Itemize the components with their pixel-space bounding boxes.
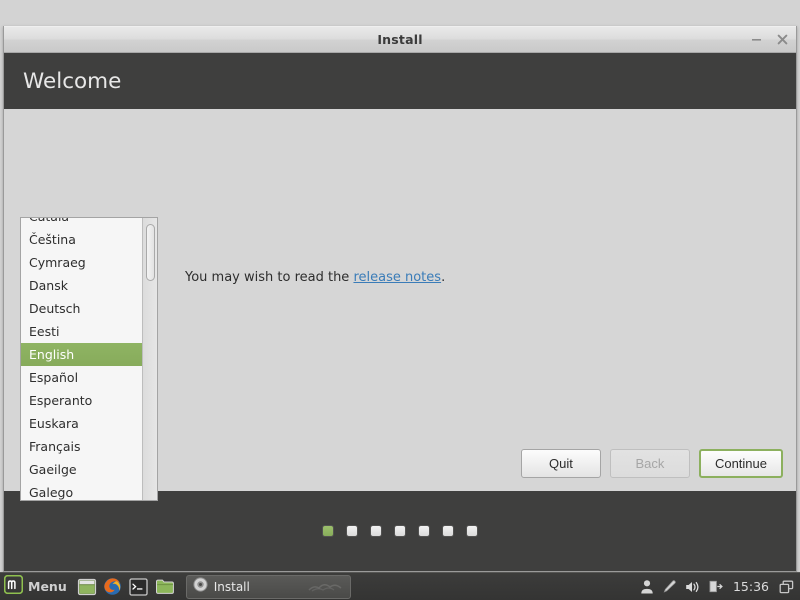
update-manager-icon[interactable] [662,579,678,595]
firefox-icon[interactable] [102,576,124,598]
step-dot [323,526,333,536]
window-title: Install [377,32,423,47]
minimize-icon[interactable] [750,33,763,46]
disc-icon [193,577,208,596]
language-list-item[interactable]: English [21,343,142,366]
language-list-viewport[interactable]: CatalàČeštinaCymraegDanskDeutschEestiEng… [21,218,142,500]
step-dot [467,526,477,536]
close-icon[interactable] [776,33,789,46]
step-dot [371,526,381,536]
language-list-items: CatalàČeštinaCymraegDanskDeutschEestiEng… [21,218,142,500]
language-list[interactable]: CatalàČeštinaCymraegDanskDeutschEestiEng… [20,217,158,501]
files-icon[interactable] [154,576,176,598]
window-body: CatalàČeštinaCymraegDanskDeutschEestiEng… [4,109,796,501]
page-header: Welcome [4,53,796,109]
window-titlebar[interactable]: Install [4,26,796,53]
step-indicator [4,491,796,571]
language-list-item[interactable]: Català [21,218,142,228]
continue-button[interactable]: Continue [698,449,783,478]
release-notes-prefix: You may wish to read the [185,270,354,285]
scrollbar-thumb[interactable] [146,224,155,281]
back-button: Back [609,449,690,478]
menu-button[interactable]: Menu [0,574,74,600]
step-dot [395,526,405,536]
mint-logo-icon [3,574,24,598]
language-list-item[interactable]: Deutsch [21,297,142,320]
language-list-item[interactable]: Euskara [21,412,142,435]
volume-icon[interactable] [685,579,701,595]
mint-watermark-icon [308,577,342,596]
step-dot [347,526,357,536]
navigation-buttons: Quit Back Continue [520,449,783,478]
language-list-item[interactable]: Français [21,435,142,458]
clock[interactable]: 15:36 [731,579,771,594]
system-tray: 15:36 [639,579,800,595]
release-notes-suffix: . [441,270,446,285]
quit-button[interactable]: Quit [520,449,601,478]
language-list-item[interactable]: Čeština [21,228,142,251]
window-list-icon[interactable] [778,579,794,595]
taskbar-window-label: Install [213,579,250,594]
show-desktop-icon[interactable] [76,576,98,598]
window-controls [750,27,789,52]
language-list-scrollbar[interactable] [142,218,157,500]
language-list-item[interactable]: Cymraeg [21,251,142,274]
language-list-item[interactable]: Dansk [21,274,142,297]
step-dot [443,526,453,536]
language-list-item[interactable]: Esperanto [21,389,142,412]
language-list-item[interactable]: Gaeilge [21,458,142,481]
page-title: Welcome [23,68,122,94]
installer-window: Install Welcome CatalàČeštinaCymraegDans… [3,26,797,572]
removable-media-icon[interactable] [708,579,724,595]
release-notes-text: You may wish to read the release notes. [185,270,445,285]
taskbar-window-install[interactable]: Install [185,574,351,599]
language-list-item[interactable]: Eesti [21,320,142,343]
step-dot [419,526,429,536]
language-list-item[interactable]: Español [21,366,142,389]
taskbar: Menu Install 15:36 [0,572,800,600]
terminal-icon[interactable] [128,576,150,598]
user-icon[interactable] [639,579,655,595]
language-list-item[interactable]: Galego [21,481,142,500]
menu-label: Menu [28,579,67,594]
release-notes-link[interactable]: release notes [353,270,441,285]
